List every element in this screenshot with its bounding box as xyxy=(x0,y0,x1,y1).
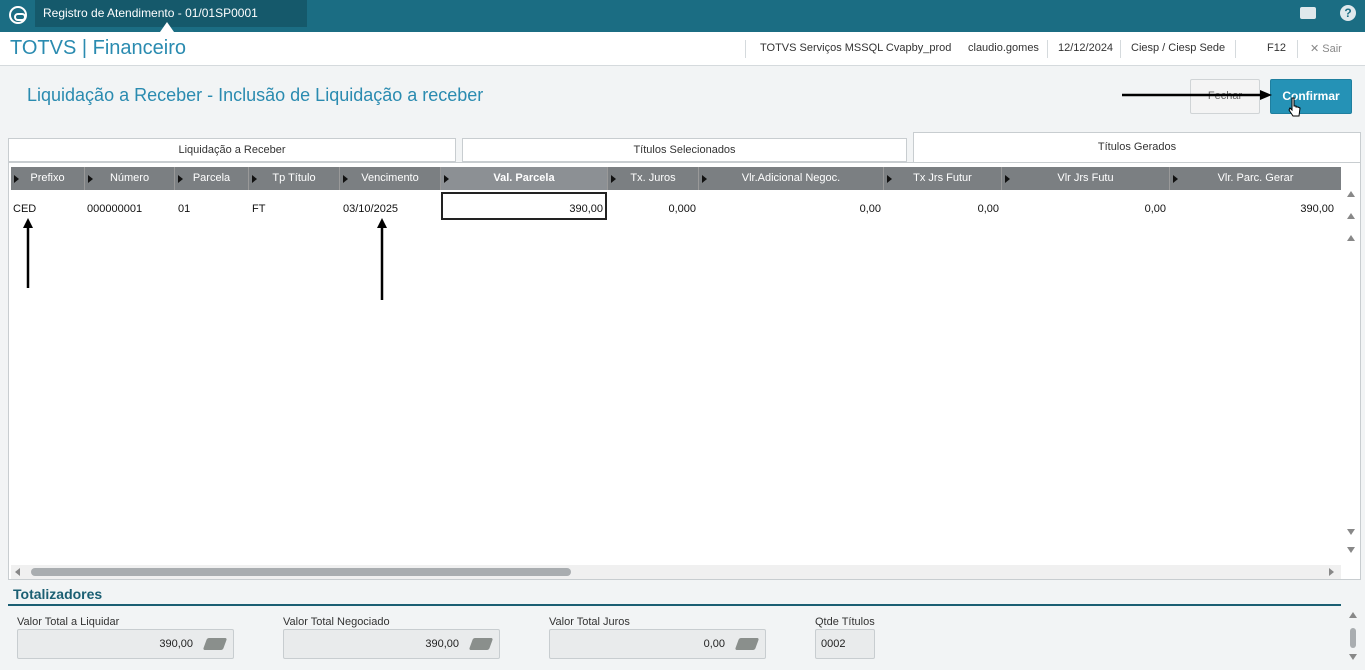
divider xyxy=(1297,40,1298,58)
valor-total-liquidar-field[interactable]: 390,00 xyxy=(17,629,234,659)
branch-label[interactable]: Ciesp / Ciesp Sede xyxy=(1131,42,1225,54)
column-header-prefixo[interactable]: Prefixo xyxy=(11,167,85,190)
page-title: Liquidação a Receber - Inclusão de Liqui… xyxy=(27,85,484,105)
scroll-top-icon[interactable] xyxy=(1347,191,1355,197)
cell-tp-titulo[interactable]: FT xyxy=(252,203,265,215)
column-arrow-icon xyxy=(88,175,93,183)
column-header-vlr-jrs-futu[interactable]: Vlr Jrs Futu xyxy=(1002,167,1170,190)
column-arrow-icon xyxy=(444,175,449,183)
column-arrow-icon xyxy=(702,175,707,183)
scroll-down-icon[interactable] xyxy=(1349,654,1357,660)
column-arrow-icon xyxy=(611,175,616,183)
column-arrow-icon xyxy=(178,175,183,183)
column-arrow-icon xyxy=(1005,175,1010,183)
valor-total-juros-field[interactable]: 0,00 xyxy=(549,629,766,659)
cell-vlr-jrs-futu[interactable]: 0,00 xyxy=(1000,203,1166,215)
tab-titulos-gerados[interactable]: Títulos Gerados xyxy=(913,132,1361,162)
exit-icon: ✕ xyxy=(1310,43,1320,55)
money-icon xyxy=(202,638,228,650)
column-arrow-icon xyxy=(343,175,348,183)
vertical-scroll-thumb[interactable] xyxy=(1350,628,1356,648)
money-icon xyxy=(734,638,760,650)
valor-total-liquidar-value: 390,00 xyxy=(159,638,193,650)
scroll-left-icon[interactable] xyxy=(15,568,20,576)
environment-label: TOTVS Serviços MSSQL Cvapby_prod xyxy=(760,42,952,54)
scroll-page-up-icon[interactable] xyxy=(1347,235,1355,241)
column-arrow-icon xyxy=(887,175,892,183)
column-header-parcela[interactable]: Parcela xyxy=(175,167,249,190)
tab-liquidacao-a-receber[interactable]: Liquidação a Receber xyxy=(8,138,456,162)
cell-vlr-parc-gerar[interactable]: 390,00 xyxy=(1168,203,1334,215)
shortcut-label[interactable]: F12 xyxy=(1267,42,1286,54)
cell-parcela[interactable]: 01 xyxy=(178,203,190,215)
top-bar: Registro de Atendimento - 01/01SP0001 [0… xyxy=(0,0,1365,46)
help-icon[interactable]: ? xyxy=(1340,5,1356,21)
app-header: TOTVS | Financeiro TOTVS Serviços MSSQL … xyxy=(0,32,1365,66)
totvs-logo-icon[interactable] xyxy=(9,6,27,24)
qtde-titulos-label: Qtde Títulos xyxy=(815,616,875,628)
totalizadores-divider xyxy=(8,604,1341,606)
column-arrow-icon xyxy=(14,175,19,183)
valor-total-juros-label: Valor Total Juros xyxy=(549,616,630,628)
money-icon xyxy=(468,638,494,650)
column-header-tx-jrs-futur[interactable]: Tx Jrs Futur xyxy=(884,167,1002,190)
cell-vlr-adicional-negoc[interactable]: 0,00 xyxy=(697,203,881,215)
confirmar-button[interactable]: Confirmar xyxy=(1270,79,1352,114)
date-label: 12/12/2024 xyxy=(1058,42,1114,54)
valor-total-negociado-label: Valor Total Negociado xyxy=(283,616,390,628)
column-header-val-parcela[interactable]: Val. Parcela xyxy=(441,167,608,190)
column-header-tx-juros[interactable]: Tx. Juros xyxy=(608,167,699,190)
cell-tx-jrs-futur[interactable]: 0,00 xyxy=(882,203,999,215)
totals-scrollbar[interactable] xyxy=(1347,612,1359,664)
divider xyxy=(1235,40,1236,58)
tab-indicator xyxy=(160,22,174,32)
mouse-cursor-icon xyxy=(1288,97,1301,117)
column-header-vlr-adicional-negoc[interactable]: Vlr.Adicional Negoc. xyxy=(699,167,884,190)
cell-prefixo[interactable]: CED xyxy=(13,203,36,215)
vertical-scrollbar[interactable] xyxy=(1344,185,1358,555)
column-header-vencimento[interactable]: Vencimento xyxy=(340,167,441,190)
valor-total-negociado-value: 390,00 xyxy=(425,638,459,650)
cell-vencimento[interactable]: 03/10/2025 xyxy=(343,203,398,215)
exit-label: Sair xyxy=(1322,43,1342,55)
qtde-titulos-field[interactable]: 0002 xyxy=(815,629,875,659)
valor-total-juros-value: 0,00 xyxy=(703,638,725,650)
annotation-arrow-confirmar xyxy=(1122,90,1272,100)
column-header-vlr-parc-gerar[interactable]: Vlr. Parc. Gerar xyxy=(1170,167,1341,190)
scroll-up-icon[interactable] xyxy=(1349,612,1357,618)
divider xyxy=(745,40,746,58)
user-label: claudio.gomes xyxy=(968,42,1039,54)
cell-numero[interactable]: 000000001 xyxy=(87,203,142,215)
horizontal-scrollbar[interactable] xyxy=(11,565,1341,579)
scroll-down-icon[interactable] xyxy=(1347,529,1355,535)
horizontal-scroll-thumb[interactable] xyxy=(31,568,571,576)
grid-header: Prefixo Número Parcela Tp Título Vencime… xyxy=(11,167,1341,190)
app-title: TOTVS | Financeiro xyxy=(10,37,186,59)
scroll-right-icon[interactable] xyxy=(1329,568,1334,576)
column-header-tp-titulo[interactable]: Tp Título xyxy=(249,167,340,190)
totalizadores-title: Totalizadores xyxy=(13,586,103,602)
mail-icon[interactable] xyxy=(1300,7,1316,19)
valor-total-negociado-field[interactable]: 390,00 xyxy=(283,629,500,659)
cell-tx-juros[interactable]: 0,000 xyxy=(606,203,696,215)
annotation-arrow-vencimento xyxy=(377,218,387,300)
divider xyxy=(1120,40,1121,58)
annotation-arrow-prefixo xyxy=(23,218,33,288)
titulos-gerados-grid: Prefixo Número Parcela Tp Título Vencime… xyxy=(8,162,1361,580)
scroll-bottom-icon[interactable] xyxy=(1347,547,1355,553)
exit-button[interactable]: ✕ Sair xyxy=(1310,42,1342,55)
scroll-up-icon[interactable] xyxy=(1347,213,1355,219)
divider xyxy=(1047,40,1048,58)
selected-cell-highlight xyxy=(441,192,607,220)
column-header-numero[interactable]: Número xyxy=(85,167,175,190)
column-arrow-icon xyxy=(252,175,257,183)
column-arrow-icon xyxy=(1173,175,1178,183)
valor-total-liquidar-label: Valor Total a Liquidar xyxy=(17,616,120,628)
tab-titulos-selecionados[interactable]: Títulos Selecionados xyxy=(462,138,907,162)
tab-bar: Liquidação a Receber Títulos Selecionado… xyxy=(8,132,1361,162)
